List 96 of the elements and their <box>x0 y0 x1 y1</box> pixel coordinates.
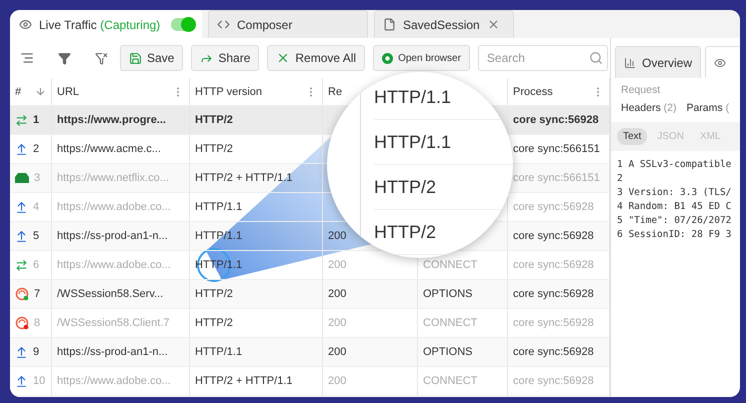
document-icon <box>383 18 396 31</box>
code-icon <box>217 18 230 31</box>
search-icon <box>588 51 603 65</box>
column-header[interactable]: Re <box>328 86 342 98</box>
http-version-text: HTTP/2 + HTTP/1.1 <box>195 172 292 184</box>
http-version-text: HTTP/1.1 <box>195 201 242 213</box>
process-text: core sync:56928 <box>513 201 594 213</box>
result-text: 200 <box>328 317 346 329</box>
url-text[interactable]: https://www.progre... <box>57 114 166 126</box>
process-text: core sync:56928 <box>513 317 594 329</box>
http-version-text: HTTP/1.1 <box>195 346 242 358</box>
row-number: 5 <box>33 230 40 242</box>
tab[interactable]: Live Traffic (Capturing) <box>10 10 202 38</box>
column-header[interactable]: # <box>15 86 22 98</box>
method-text: CONNECT <box>423 375 478 387</box>
code-line: 6 SessionID: 28 F9 3 <box>617 229 732 240</box>
url-text[interactable]: /WSSession58.Serv... <box>57 288 164 300</box>
process-text: core sync:56928 <box>513 114 599 126</box>
chart-icon <box>624 56 636 68</box>
upload-icon <box>15 230 28 242</box>
subtab[interactable]: Headers (2) <box>621 102 676 114</box>
result-text: 200 <box>328 259 346 271</box>
method-text: OPTIONS <box>423 288 473 300</box>
url-text[interactable]: https://www.acme.c... <box>57 143 161 155</box>
url-text[interactable]: https://ss-prod-an1-n... <box>57 230 168 242</box>
method-text: CONNECT <box>423 259 478 271</box>
upload-icon <box>15 200 28 214</box>
upload-icon <box>15 346 28 358</box>
process-text: core sync:56928 <box>513 375 594 387</box>
lines-icon[interactable] <box>20 51 34 65</box>
process-text: core sync:56928 <box>513 230 594 242</box>
code-line: 5 "Time": 07/26/2072 <box>617 215 732 226</box>
http-version-text: HTTP/2 <box>195 288 233 300</box>
result-text: 200 <box>328 230 346 242</box>
upload-icon <box>15 142 28 156</box>
code-line: 4 Random: B1 45 ED C <box>617 201 732 212</box>
filter-clear-icon[interactable] <box>95 52 108 64</box>
result-text: 200 <box>328 346 346 358</box>
sort-arrow-icon[interactable] <box>35 86 46 97</box>
row-number: 2 <box>33 143 40 155</box>
column-header[interactable]: Process <box>513 86 553 98</box>
http-version-text: HTTP/2 <box>195 317 233 329</box>
column-header[interactable]: URL <box>57 86 80 98</box>
code-line: 3 Version: 3.3 (TLS/ <box>617 187 732 198</box>
http-version-text: HTTP/2 <box>195 114 233 126</box>
browser-icon <box>382 52 394 64</box>
result-text: 200 <box>328 375 346 387</box>
row-number: 9 <box>33 346 40 358</box>
arrows-icon <box>15 258 28 272</box>
subtab[interactable]: Params ( <box>686 102 730 114</box>
websocket-icon <box>15 287 29 301</box>
method-text: CONNECT <box>423 317 478 329</box>
result-text: 200 <box>328 288 346 300</box>
tab[interactable]: SavedSession <box>374 10 514 38</box>
process-text: core sync:56928 <box>513 288 594 300</box>
search-field[interactable]: Search <box>478 45 608 71</box>
row-number: 10 <box>33 375 46 387</box>
code-line: 1 A SSLv3-compatible <box>617 159 732 170</box>
magnified-text: HTTP/1.1 <box>374 86 452 108</box>
magnified-text: HTTP/2 <box>374 222 436 242</box>
process-text: core sync:566151 <box>513 143 600 155</box>
capture-toggle[interactable] <box>171 18 196 31</box>
toolbar-button[interactable]: Save <box>120 45 184 71</box>
eye-icon <box>714 56 726 68</box>
inspector-tab[interactable]: Overview <box>615 46 702 78</box>
http-version-text: HTTP/2 <box>195 143 233 155</box>
arrows-icon <box>15 114 28 126</box>
toolbar-button[interactable]: Share <box>191 45 260 71</box>
eye-icon <box>19 18 32 31</box>
process-text: core sync:56928 <box>513 259 594 271</box>
filter-icon[interactable] <box>58 52 71 64</box>
column-header[interactable]: HTTP version <box>195 86 262 98</box>
websocket-icon <box>15 316 29 330</box>
section-label: Request <box>620 83 662 98</box>
code-line: 2 <box>617 173 624 184</box>
method-text: OPTIONS <box>423 346 473 358</box>
process-text: core sync:56928 <box>513 346 594 358</box>
row-number: 3 <box>34 172 40 184</box>
row-number: 8 <box>34 317 40 329</box>
row-number: 4 <box>33 201 40 213</box>
toolbar-button[interactable]: Remove All <box>267 45 366 71</box>
process-text: core sync:566151 <box>513 172 600 184</box>
upload-icon <box>15 374 28 388</box>
save-icon <box>129 52 142 64</box>
row-number: 1 <box>33 114 40 126</box>
magnified-text: HTTP/1.1 <box>374 132 452 152</box>
row-number: 7 <box>34 288 40 300</box>
magnified-text: HTTP/2 <box>374 176 436 198</box>
toolbar-button[interactable]: Open browser <box>373 45 470 71</box>
http-version-text: HTTP/2 + HTTP/1.1 <box>195 375 292 387</box>
format-tab[interactable]: Text <box>617 128 648 145</box>
row-number: 6 <box>33 259 40 271</box>
stream-icon <box>15 173 29 183</box>
close-icon[interactable] <box>486 18 500 31</box>
tab[interactable]: Composer <box>208 10 368 38</box>
url-text[interactable]: https://ss-prod-an1-n... <box>57 346 168 358</box>
